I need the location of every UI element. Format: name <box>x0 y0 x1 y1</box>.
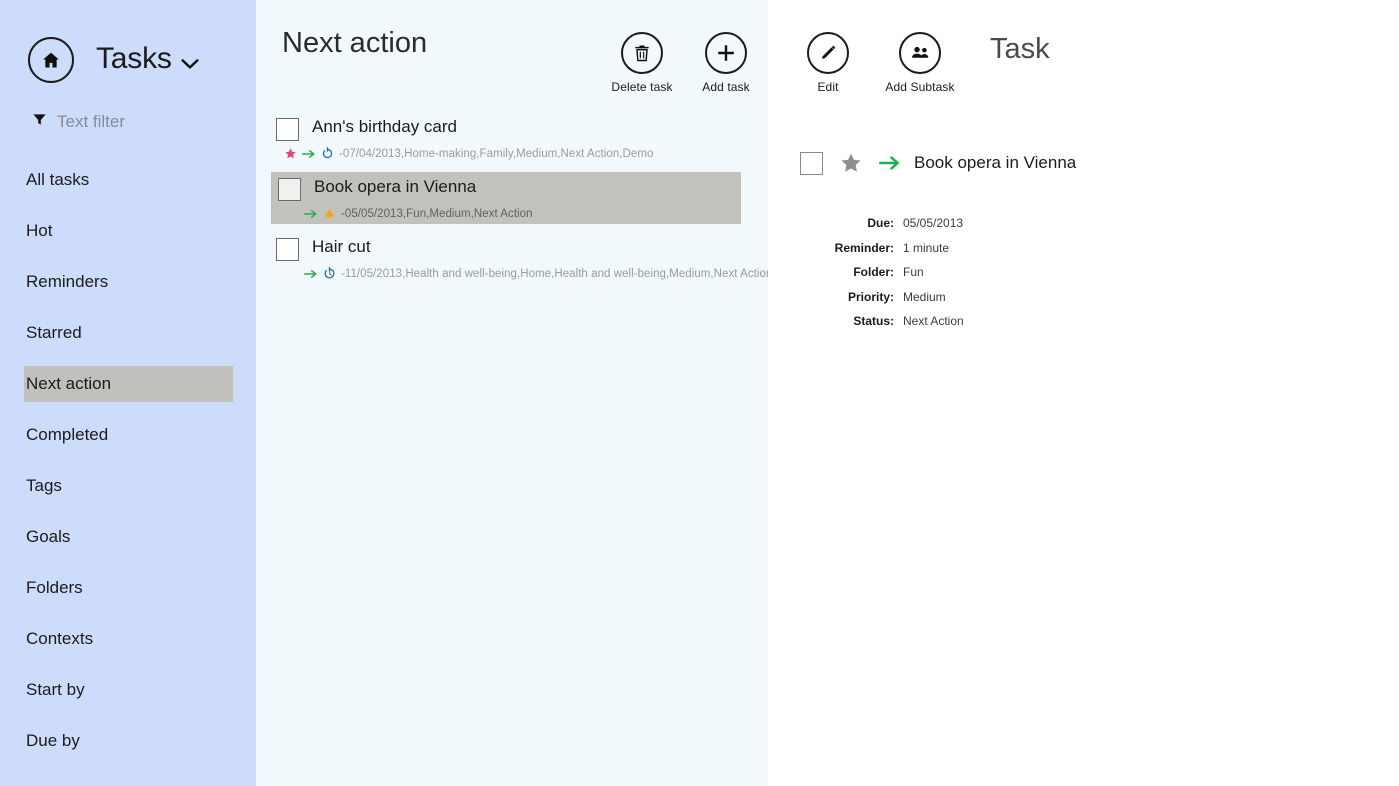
bell-reminder-icon <box>323 207 336 220</box>
detail-header: Edit Add Subtask Task <box>768 0 1399 106</box>
task-properties: Due: 05/05/2013 Reminder: 1 minute Folde… <box>801 216 1399 339</box>
sidebar-item-goals[interactable]: Goals <box>24 519 233 555</box>
next-action-arrow-icon <box>879 155 901 171</box>
task-meta: -11/05/2013,Health and well-being,Home,H… <box>304 267 768 280</box>
detail-panel-title: Task <box>990 28 1050 70</box>
page-title: Tasks <box>96 44 199 75</box>
list-header: Next action Delete task Add t <box>256 0 768 106</box>
task-list: Ann's birthday card -07/04/2013,Home-mak… <box>256 112 768 284</box>
add-task-button[interactable]: Add task <box>684 28 768 94</box>
add-task-label: Add task <box>684 80 768 94</box>
task-text-block: Book opera in Vienna <box>314 177 476 196</box>
search-placeholder: Text filter <box>57 112 125 132</box>
sidebar: Tasks Text filter All tasks Hot Reminder… <box>0 0 256 786</box>
pencil-edit-icon <box>807 32 849 74</box>
task-detail-panel: Edit Add Subtask Task <box>768 0 1399 786</box>
property-row-reminder: Reminder: 1 minute <box>801 241 1399 266</box>
property-row-priority: Priority: Medium <box>801 290 1399 315</box>
detail-body: Book opera in Vienna Due: 05/05/2013 Rem… <box>768 151 1399 339</box>
task-meta-text: -11/05/2013,Health and well-being,Home,H… <box>341 268 768 280</box>
task-list-panel: Next action Delete task Add t <box>256 0 768 786</box>
delete-task-label: Delete task <box>600 80 684 94</box>
sidebar-item-next-action[interactable]: Next action <box>24 366 233 402</box>
property-label: Due: <box>801 216 894 230</box>
property-label: Folder: <box>801 265 894 279</box>
task-meta: -07/04/2013,Home-making,Family,Medium,Ne… <box>284 147 768 160</box>
app-root: Tasks Text filter All tasks Hot Reminder… <box>0 0 1399 786</box>
detail-task-checkbox[interactable] <box>800 152 823 175</box>
property-row-status: Status: Next Action <box>801 314 1399 339</box>
task-row-header: Book opera in Vienna <box>271 172 741 201</box>
add-subtask-button[interactable]: Add Subtask <box>870 28 970 94</box>
sidebar-item-contexts[interactable]: Contexts <box>24 621 233 657</box>
sidebar-item-folders[interactable]: Folders <box>24 570 233 606</box>
task-title: Book opera in Vienna <box>314 177 476 196</box>
detail-task-title: Book opera in Vienna <box>914 153 1076 173</box>
task-text-block: Ann's birthday card <box>312 117 457 136</box>
detail-task-header: Book opera in Vienna <box>800 151 1399 175</box>
people-subtask-icon <box>899 32 941 74</box>
property-value: Next Action <box>903 314 964 328</box>
trash-icon <box>621 32 663 74</box>
property-label: Reminder: <box>801 241 894 255</box>
property-value: 1 minute <box>903 241 949 255</box>
sidebar-nav: All tasks Hot Reminders Starred Next act… <box>0 162 256 759</box>
task-row-header: Ann's birthday card <box>271 112 768 141</box>
edit-label: Edit <box>786 80 870 94</box>
next-action-arrow-icon <box>304 268 318 280</box>
property-value: Medium <box>903 290 946 304</box>
task-row[interactable]: Hair cut -11/05/2013,Health and well-bei… <box>256 232 768 284</box>
task-title: Hair cut <box>312 237 371 256</box>
sidebar-item-reminders[interactable]: Reminders <box>24 264 233 300</box>
home-icon[interactable] <box>28 37 74 83</box>
plus-icon <box>705 32 747 74</box>
sidebar-item-completed[interactable]: Completed <box>24 417 233 453</box>
star-icon[interactable] <box>839 151 863 175</box>
star-icon <box>284 147 297 160</box>
task-meta: -05/05/2013,Fun,Medium,Next Action <box>304 207 741 220</box>
property-value: Fun <box>903 265 924 279</box>
task-row-header: Hair cut <box>271 232 768 261</box>
property-row-folder: Folder: Fun <box>801 265 1399 290</box>
sidebar-item-starred[interactable]: Starred <box>24 315 233 351</box>
property-row-due: Due: 05/05/2013 <box>801 216 1399 241</box>
list-title: Next action <box>282 28 600 60</box>
sidebar-title-text: Tasks <box>96 42 172 75</box>
property-label: Status: <box>801 314 894 328</box>
chevron-down-icon[interactable] <box>181 46 199 76</box>
next-action-arrow-icon <box>304 208 318 220</box>
task-checkbox[interactable] <box>276 238 299 261</box>
task-meta-text: -07/04/2013,Home-making,Family,Medium,Ne… <box>339 148 653 160</box>
funnel-filter-icon <box>32 112 47 132</box>
task-row[interactable]: Ann's birthday card -07/04/2013,Home-mak… <box>256 112 768 164</box>
sidebar-item-hot[interactable]: Hot <box>24 213 233 249</box>
task-checkbox[interactable] <box>276 118 299 141</box>
delete-task-button[interactable]: Delete task <box>600 28 684 94</box>
edit-button[interactable]: Edit <box>786 28 870 94</box>
task-meta-text: -05/05/2013,Fun,Medium,Next Action <box>341 208 533 220</box>
property-value: 05/05/2013 <box>903 216 963 230</box>
sidebar-item-due-by[interactable]: Due by <box>24 723 233 759</box>
next-action-arrow-icon <box>302 148 316 160</box>
sidebar-item-tags[interactable]: Tags <box>24 468 233 504</box>
sidebar-header: Tasks <box>0 0 256 82</box>
property-label: Priority: <box>801 290 894 304</box>
recurrence-clock-icon <box>323 267 336 280</box>
sidebar-item-start-by[interactable]: Start by <box>24 672 233 708</box>
search-input[interactable]: Text filter <box>0 109 256 135</box>
task-text-block: Hair cut <box>312 237 371 256</box>
task-row[interactable]: Book opera in Vienna -05/05/2013,Fun,Med… <box>271 172 741 224</box>
recurrence-icon <box>321 147 334 160</box>
sidebar-item-all-tasks[interactable]: All tasks <box>24 162 233 198</box>
add-subtask-label: Add Subtask <box>870 80 970 94</box>
task-checkbox[interactable] <box>278 178 301 201</box>
task-title: Ann's birthday card <box>312 117 457 136</box>
